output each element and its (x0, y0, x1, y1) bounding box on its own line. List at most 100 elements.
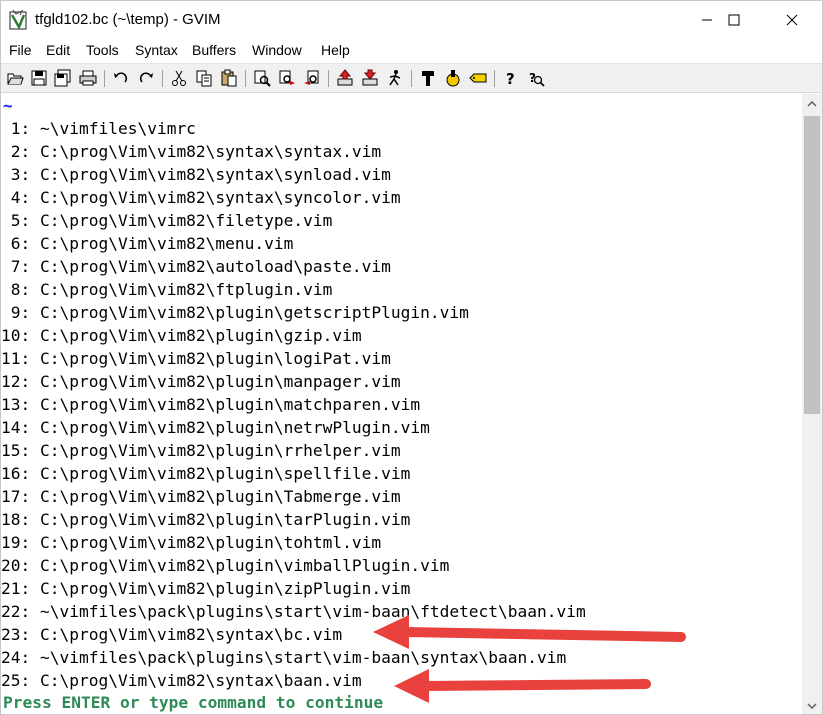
title-bar: tfgld102.bc (~\temp) - GVIM (1, 1, 822, 39)
maximize-button[interactable] (711, 1, 757, 39)
script-line: 7: C:\prog\Vim\vim82\autoload\paste.vim (1, 255, 391, 278)
script-line: 19: C:\prog\Vim\vim82\plugin\tohtml.vim (1, 531, 381, 554)
help-icon[interactable]: ? (502, 69, 520, 87)
menu-tools[interactable]: Tools (86, 42, 119, 58)
script-line-number: 15: (1, 441, 31, 460)
script-path: C:\prog\Vim\vim82\ftplugin.vim (40, 280, 333, 299)
script-line-number: 9: (1, 303, 31, 322)
script-line: 24: ~\vimfiles\pack\plugins\start\vim-ba… (1, 646, 566, 669)
script-path: C:\prog\Vim\vim82\syntax\bc.vim (40, 625, 343, 644)
script-line-number: 23: (1, 625, 31, 644)
script-line: 17: C:\prog\Vim\vim82\plugin\Tabmerge.vi… (1, 485, 401, 508)
menu-window[interactable]: Window (252, 42, 302, 58)
script-path: C:\prog\Vim\vim82\plugin\matchparen.vim (40, 395, 421, 414)
script-line-number: 1: (1, 119, 31, 138)
script-line: 5: C:\prog\Vim\vim82\filetype.vim (1, 209, 333, 232)
make-icon[interactable] (419, 69, 437, 87)
menu-file[interactable]: File (9, 42, 32, 58)
toolbar-separator (411, 70, 412, 87)
script-line: 23: C:\prog\Vim\vim82\syntax\bc.vim (1, 623, 342, 646)
menu-syntax[interactable]: Syntax (135, 42, 178, 58)
script-line-number: 24: (1, 648, 31, 667)
script-line-number: 11: (1, 349, 31, 368)
scrollbar-thumb[interactable] (804, 116, 820, 414)
script-line: 11: C:\prog\Vim\vim82\plugin\logiPat.vim (1, 347, 391, 370)
menu-buffers[interactable]: Buffers (192, 42, 236, 58)
toolbar-separator (328, 70, 329, 87)
save-icon[interactable] (30, 69, 48, 87)
print-icon[interactable] (79, 69, 97, 87)
copy-icon[interactable] (195, 69, 213, 87)
script-path: C:\prog\Vim\vim82\plugin\tohtml.vim (40, 533, 382, 552)
script-line: 8: C:\prog\Vim\vim82\ftplugin.vim (1, 278, 333, 301)
find-help-icon[interactable]: ? (527, 69, 545, 87)
undo-icon[interactable] (112, 69, 130, 87)
editor-area[interactable]: ~ 1: ~\vimfiles\vimrc 2: C:\prog\Vim\vim… (1, 94, 802, 714)
script-path: C:\prog\Vim\vim82\filetype.vim (40, 211, 333, 230)
script-line: 21: C:\prog\Vim\vim82\plugin\zipPlugin.v… (1, 577, 410, 600)
toolbar-separator (245, 70, 246, 87)
close-button[interactable] (769, 1, 815, 39)
find-prev-icon[interactable] (303, 69, 321, 87)
toolbar-separator (104, 70, 105, 87)
script-path: C:\prog\Vim\vim82\plugin\Tabmerge.vim (40, 487, 401, 506)
save-session-icon[interactable] (361, 69, 379, 87)
load-session-icon[interactable] (336, 69, 354, 87)
script-path: C:\prog\Vim\vim82\plugin\getscriptPlugin… (40, 303, 469, 322)
script-line-number: 5: (1, 211, 31, 230)
script-line: 2: C:\prog\Vim\vim82\syntax\syntax.vim (1, 140, 381, 163)
gvim-app-icon[interactable] (9, 9, 29, 31)
menu-help[interactable]: Help (321, 42, 350, 58)
script-path: C:\prog\Vim\vim82\plugin\spellfile.vim (40, 464, 411, 483)
tags-icon[interactable] (469, 69, 487, 87)
chevron-down-icon (807, 703, 817, 709)
cut-icon[interactable] (170, 69, 188, 87)
find-replace-icon[interactable] (253, 69, 271, 87)
script-line-number: 13: (1, 395, 31, 414)
script-path: C:\prog\Vim\vim82\syntax\syncolor.vim (40, 188, 401, 207)
run-script-icon[interactable] (386, 69, 404, 87)
script-line-number: 4: (1, 188, 31, 207)
toolbar-separator (162, 70, 163, 87)
script-line: 13: C:\prog\Vim\vim82\plugin\matchparen.… (1, 393, 420, 416)
script-line-number: 21: (1, 579, 31, 598)
close-icon (786, 14, 798, 26)
script-path: ~\vimfiles\pack\plugins\start\vim-baan\s… (40, 648, 567, 667)
paste-icon[interactable] (220, 69, 238, 87)
scroll-up-button[interactable] (802, 94, 822, 114)
script-line-number: 14: (1, 418, 31, 437)
vertical-scrollbar[interactable] (802, 94, 822, 714)
shell-icon[interactable] (444, 69, 462, 87)
script-path: C:\prog\Vim\vim82\plugin\zipPlugin.vim (40, 579, 411, 598)
script-path: C:\prog\Vim\vim82\plugin\manpager.vim (40, 372, 401, 391)
script-line: 16: C:\prog\Vim\vim82\plugin\spellfile.v… (1, 462, 410, 485)
script-path: C:\prog\Vim\vim82\syntax\synload.vim (40, 165, 391, 184)
script-line: 12: C:\prog\Vim\vim82\plugin\manpager.vi… (1, 370, 401, 393)
script-line-number: 12: (1, 372, 31, 391)
script-path: C:\prog\Vim\vim82\plugin\tarPlugin.vim (40, 510, 411, 529)
open-icon[interactable] (6, 69, 24, 87)
script-line: 6: C:\prog\Vim\vim82\menu.vim (1, 232, 294, 255)
script-path: C:\prog\Vim\vim82\plugin\vimballPlugin.v… (40, 556, 450, 575)
find-next-icon[interactable] (278, 69, 296, 87)
scroll-down-button[interactable] (802, 696, 822, 714)
save-all-icon[interactable] (54, 69, 72, 87)
menu-edit[interactable]: Edit (46, 42, 70, 58)
script-line-number: 6: (1, 234, 31, 253)
redo-icon[interactable] (137, 69, 155, 87)
script-line-number: 20: (1, 556, 31, 575)
